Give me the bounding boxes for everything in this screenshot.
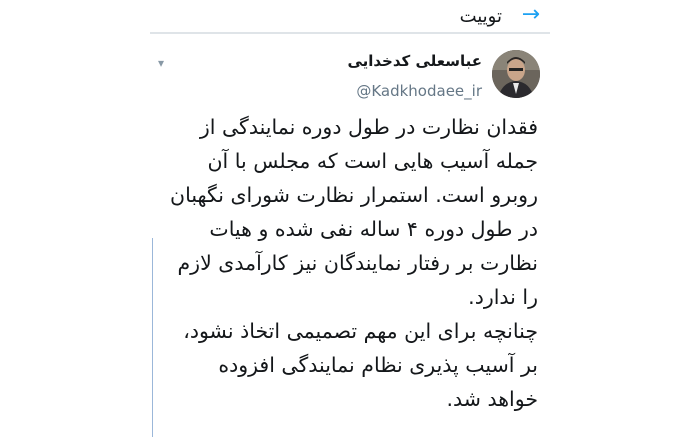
tweet-line: در طول دوره ۴ ساله نفی شده و هیات xyxy=(209,217,538,241)
tweet-line: را ندارد. xyxy=(468,285,538,309)
display-name[interactable]: عباسعلی کدخدایی xyxy=(347,52,482,70)
tweet-text: فقدان نظارت در طول دوره نمایندگی از جمله… xyxy=(162,110,538,416)
thread-line xyxy=(152,238,153,437)
tweet-line: چنانچه برای این مهم تصمیمی اتخاذ نشود، xyxy=(183,319,538,343)
page-title: توییت xyxy=(459,6,502,27)
tweet-line: روبرو است. استمرار نظارت شورای نگهبان xyxy=(170,183,538,207)
tweet-screen: → توییت عباسعلی کدخدایی @Kadkhodaee_ir ▾… xyxy=(150,0,550,437)
tweet-line: بر آسیب پذیری نظام نمایندگی افزوده xyxy=(218,353,538,377)
tweet-line: نظارت بر رفتار نمایندگان نیز کارآمدی لاز… xyxy=(177,251,538,275)
user-handle[interactable]: @Kadkhodaee_ir xyxy=(356,82,482,100)
avatar-image xyxy=(492,50,540,98)
arrow-right-icon[interactable]: → xyxy=(522,4,540,26)
chevron-down-icon[interactable]: ▾ xyxy=(158,56,164,70)
tweet-line: جمله آسیب هایی است که مجلس با آن xyxy=(207,149,538,173)
tweet-line: خواهد شد. xyxy=(446,387,539,411)
top-bar: → توییت xyxy=(150,0,550,34)
avatar[interactable] xyxy=(492,50,540,98)
tweet-line: فقدان نظارت در طول دوره نمایندگی از xyxy=(199,115,538,139)
